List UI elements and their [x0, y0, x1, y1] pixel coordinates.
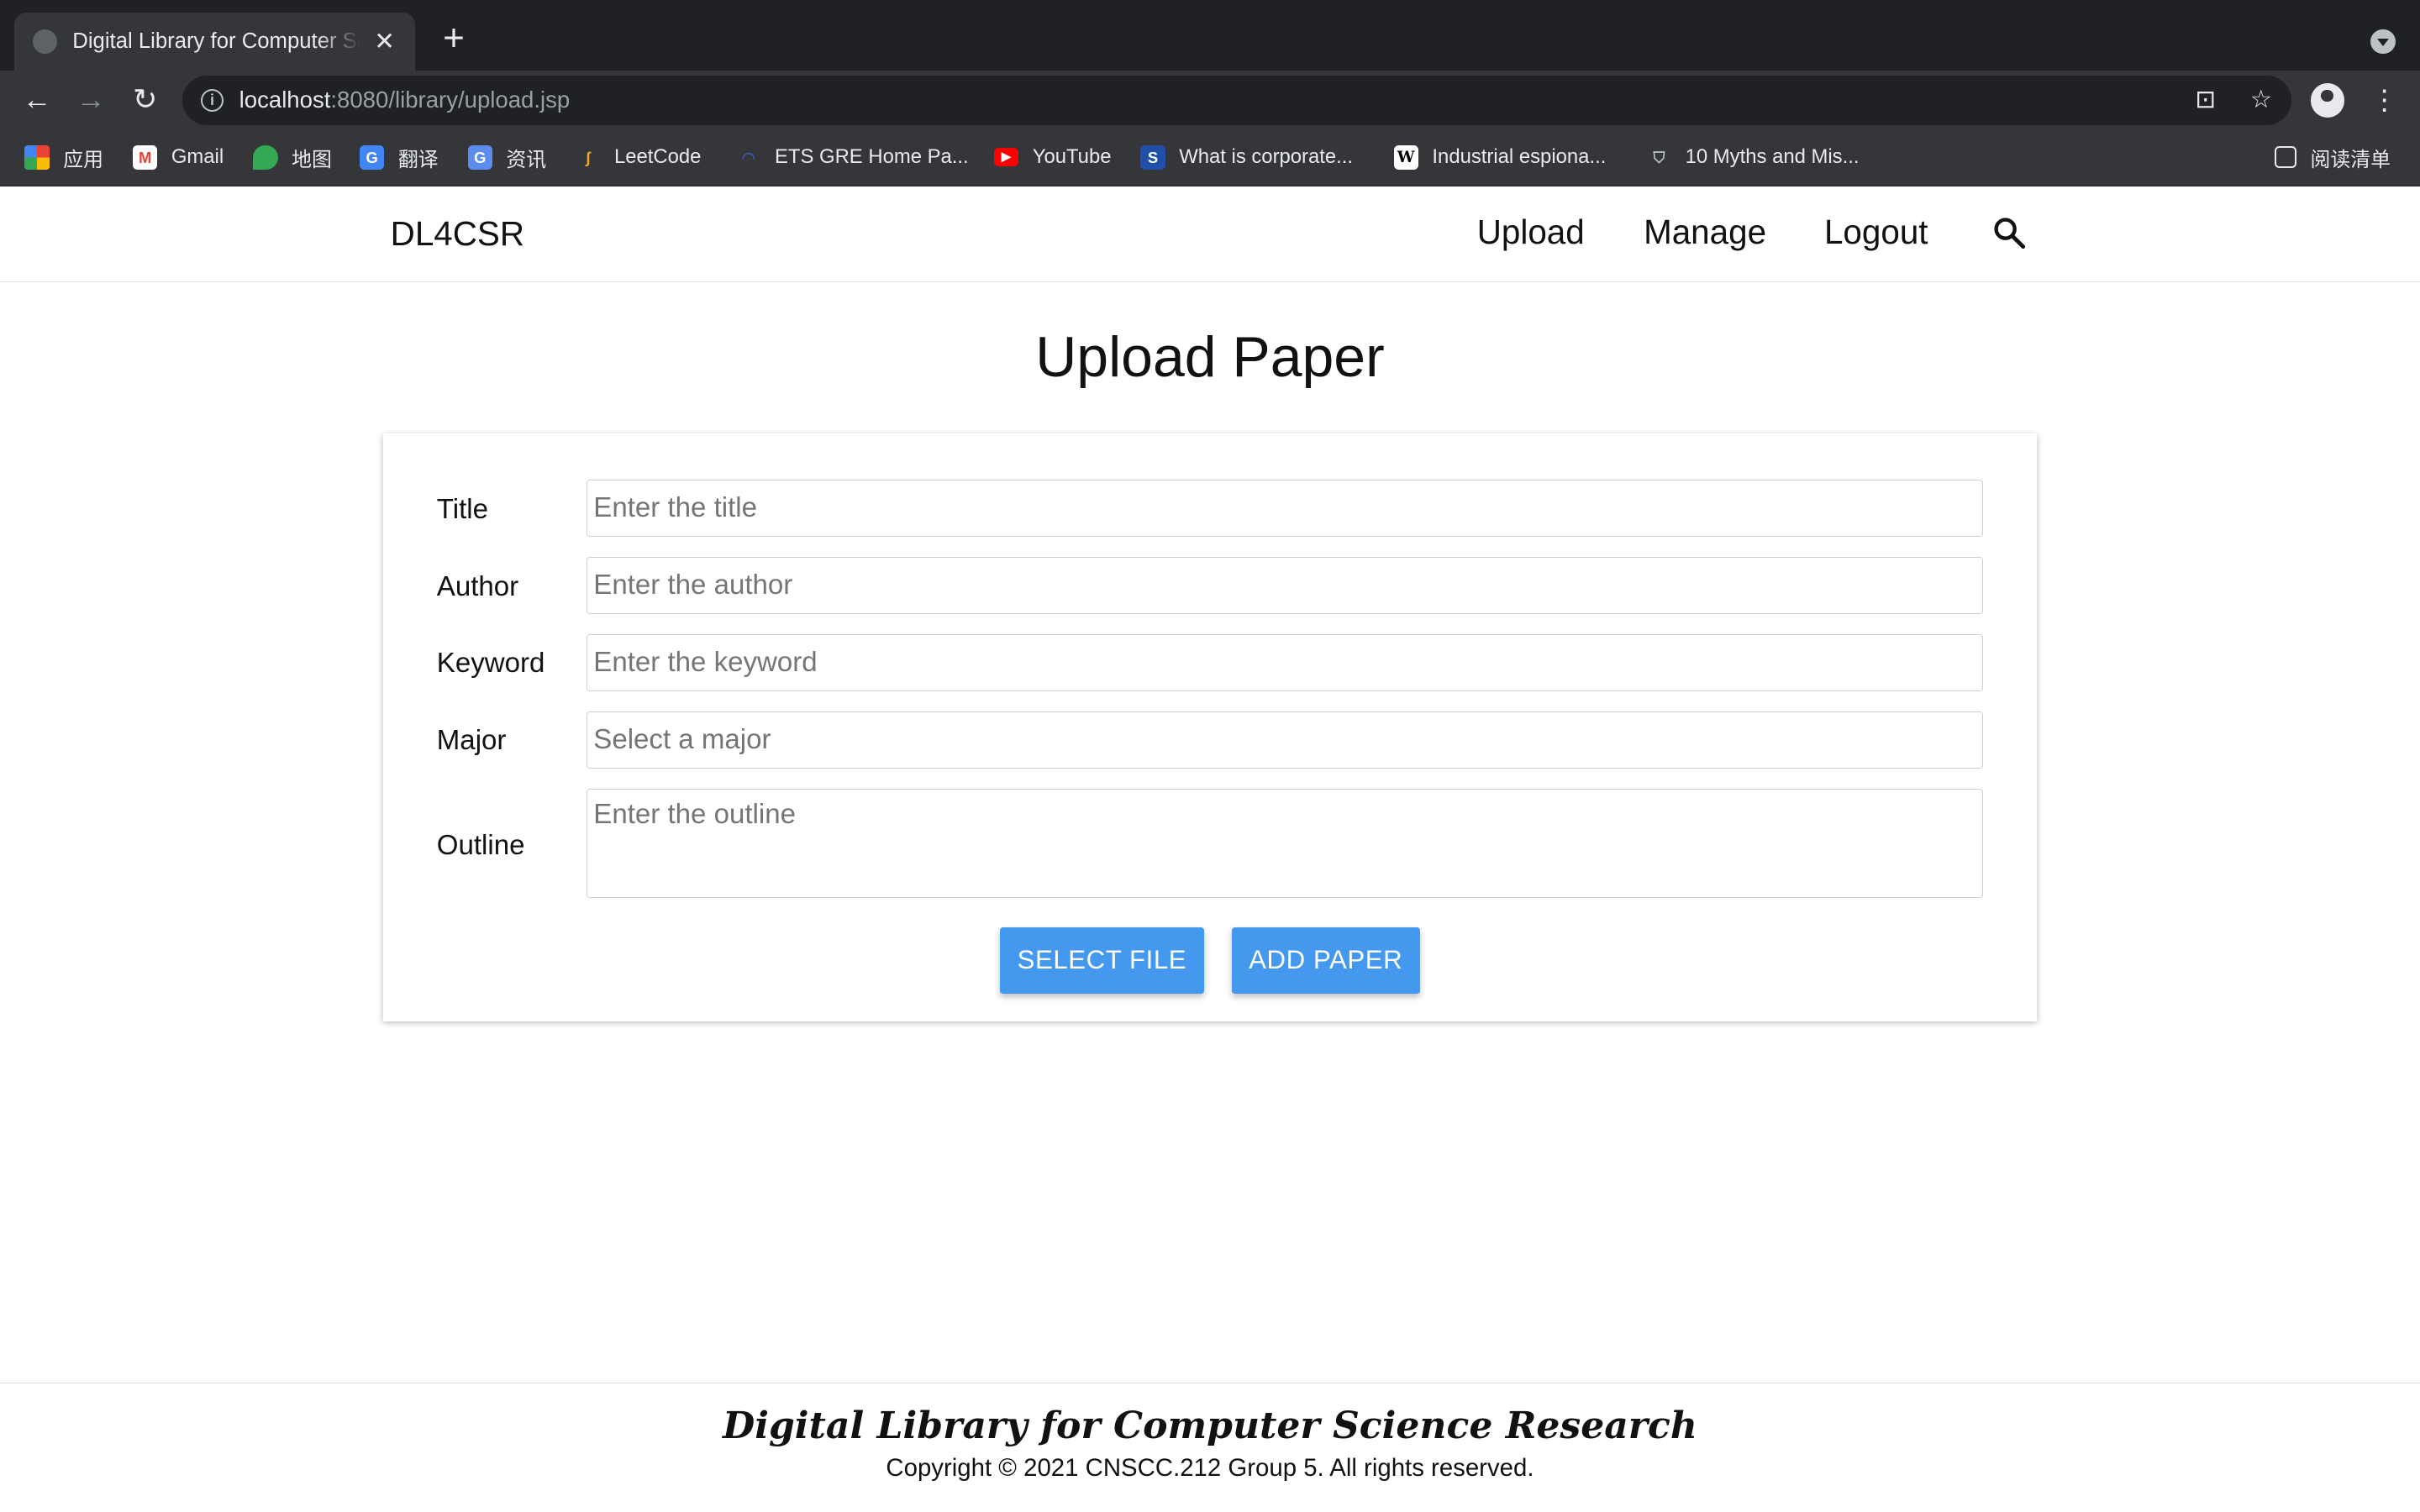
page-title: Upload Paper — [1035, 324, 1385, 389]
add-paper-button[interactable]: ADD PAPER — [1231, 927, 1420, 994]
tab-search-icon[interactable] — [2370, 29, 2396, 55]
bookmark-translate[interactable]: G 翻译 — [359, 144, 439, 171]
bookmark-gmail[interactable]: M Gmail — [132, 144, 224, 171]
tab-close-icon[interactable]: ✕ — [372, 27, 397, 56]
upload-form-card: Title Author Keyword Major Outline SELEC… — [382, 433, 2038, 1021]
major-label: Major — [436, 725, 507, 757]
keyword-input[interactable] — [586, 633, 1984, 691]
ets-icon: ◠ — [741, 148, 755, 166]
bookmark-news[interactable]: G 资讯 — [467, 144, 546, 171]
profile-avatar-icon[interactable] — [2310, 83, 2344, 118]
bookmark-youtube[interactable]: ▶ YouTube — [993, 144, 1111, 171]
apps-grid-icon — [24, 144, 50, 170]
site-footer: Digital Library for Computer Science Res… — [0, 1382, 2420, 1512]
author-label: Author — [436, 570, 519, 602]
title-label: Title — [436, 493, 488, 525]
search-icon[interactable] — [1992, 216, 2026, 249]
new-tab-button[interactable]: + — [435, 19, 472, 59]
footer-title: Digital Library for Computer Science Res… — [723, 1404, 1697, 1448]
maps-icon — [253, 144, 278, 170]
browser-toolbar: ← → ↻ i localhost:8080/library/upload.js… — [0, 71, 2420, 130]
bookmark-myths[interactable]: ⛉ 10 Myths and Mis... — [1647, 144, 1860, 171]
keyword-label: Keyword — [436, 648, 545, 680]
shield-icon: ⛉ — [1653, 148, 1665, 166]
browser-tab[interactable]: Digital Library for Computer Science Res… — [13, 12, 416, 71]
reading-list-button[interactable]: 阅读清单 — [2275, 144, 2391, 171]
outline-textarea[interactable] — [586, 788, 1984, 898]
forward-arrow-icon[interactable]: → — [72, 81, 109, 118]
translate-page-icon[interactable]: ⊡ — [2190, 85, 2221, 114]
globe-icon — [32, 29, 57, 55]
bookmarks-bar: 应用 M Gmail 地图 G 翻译 G 资讯 ʃ LeetCode ◠ ETS… — [0, 129, 2420, 187]
bookmark-apps[interactable]: 应用 — [24, 144, 103, 171]
bookmark-maps[interactable]: 地图 — [253, 144, 332, 171]
nav-upload[interactable]: Upload — [1477, 213, 1585, 252]
back-arrow-icon[interactable]: ← — [18, 81, 55, 118]
gmail-icon: M — [132, 144, 158, 170]
youtube-icon: ▶ — [993, 148, 1019, 167]
reload-icon[interactable]: ↻ — [127, 81, 164, 118]
url-text[interactable]: localhost:8080/library/upload.jsp — [239, 87, 571, 113]
outline-label: Outline — [436, 830, 525, 862]
browser-tab-strip: Digital Library for Computer Science Res… — [0, 0, 2420, 71]
footer-copyright: Copyright © 2021 CNSCC.212 Group 5. All … — [886, 1453, 1534, 1482]
title-input[interactable] — [586, 480, 1984, 538]
bookmark-star-icon[interactable]: ☆ — [2245, 85, 2276, 114]
site-header: DL4CSR Upload Manage Logout — [0, 186, 2420, 283]
bookmark-leetcode[interactable]: ʃ LeetCode — [576, 144, 702, 171]
wikipedia-icon: W — [1393, 144, 1418, 170]
nav-manage[interactable]: Manage — [1644, 213, 1766, 252]
leetcode-icon: ʃ — [585, 148, 591, 166]
bookmark-wikipedia[interactable]: W Industrial espiona... — [1393, 144, 1606, 171]
major-select[interactable] — [586, 711, 1984, 769]
author-input[interactable] — [586, 557, 1984, 614]
site-brand[interactable]: DL4CSR — [391, 214, 524, 254]
bookmark-ets[interactable]: ◠ ETS GRE Home Pa... — [736, 144, 969, 171]
select-file-button[interactable]: SELECT FILE — [1000, 927, 1204, 994]
bookmark-corporate[interactable]: S What is corporate... — [1140, 144, 1353, 171]
address-bar[interactable]: i localhost:8080/library/upload.jsp ⊡ ☆ — [182, 75, 2292, 125]
browser-menu-icon[interactable]: ⋮ — [2370, 81, 2398, 121]
translate-icon: G — [359, 144, 385, 170]
s-icon: S — [1140, 144, 1165, 170]
reading-list-icon — [2275, 146, 2296, 169]
news-icon: G — [467, 144, 492, 170]
site-info-icon[interactable]: i — [200, 88, 224, 113]
tab-title: Digital Library for Computer Science Res… — [72, 29, 360, 54]
nav-logout[interactable]: Logout — [1824, 213, 1928, 252]
